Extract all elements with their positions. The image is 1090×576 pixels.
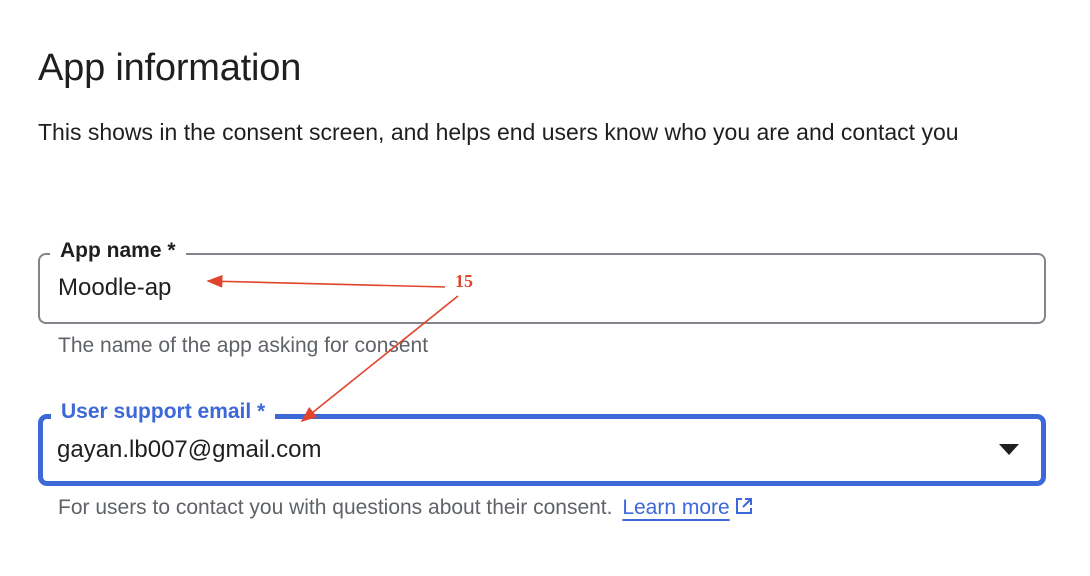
learn-more-label: Learn more bbox=[622, 496, 730, 519]
annotation-number: 15 bbox=[455, 271, 473, 291]
user-support-email-select[interactable]: User support email * gayan.lb007@gmail.c… bbox=[38, 399, 1046, 486]
app-name-input[interactable]: Moodle-ap bbox=[58, 273, 171, 303]
app-name-label: App name * bbox=[50, 238, 186, 264]
open-in-new-icon bbox=[735, 498, 752, 514]
app-name-field[interactable]: App name * Moodle-ap bbox=[38, 238, 1046, 324]
section-title: App information bbox=[38, 47, 302, 89]
user-support-email-helper: For users to contact you with questions … bbox=[58, 494, 754, 522]
section-description: This shows in the consent screen, and he… bbox=[38, 119, 959, 145]
user-support-email-helper-text: For users to contact you with questions … bbox=[58, 496, 613, 519]
app-name-helper-text: The name of the app asking for consent bbox=[58, 334, 429, 357]
learn-more-link[interactable]: Learn more bbox=[622, 496, 753, 519]
user-support-email-label: User support email * bbox=[51, 399, 276, 425]
chevron-down-icon[interactable] bbox=[999, 444, 1019, 455]
user-support-email-value[interactable]: gayan.lb007@gmail.com bbox=[57, 435, 322, 465]
